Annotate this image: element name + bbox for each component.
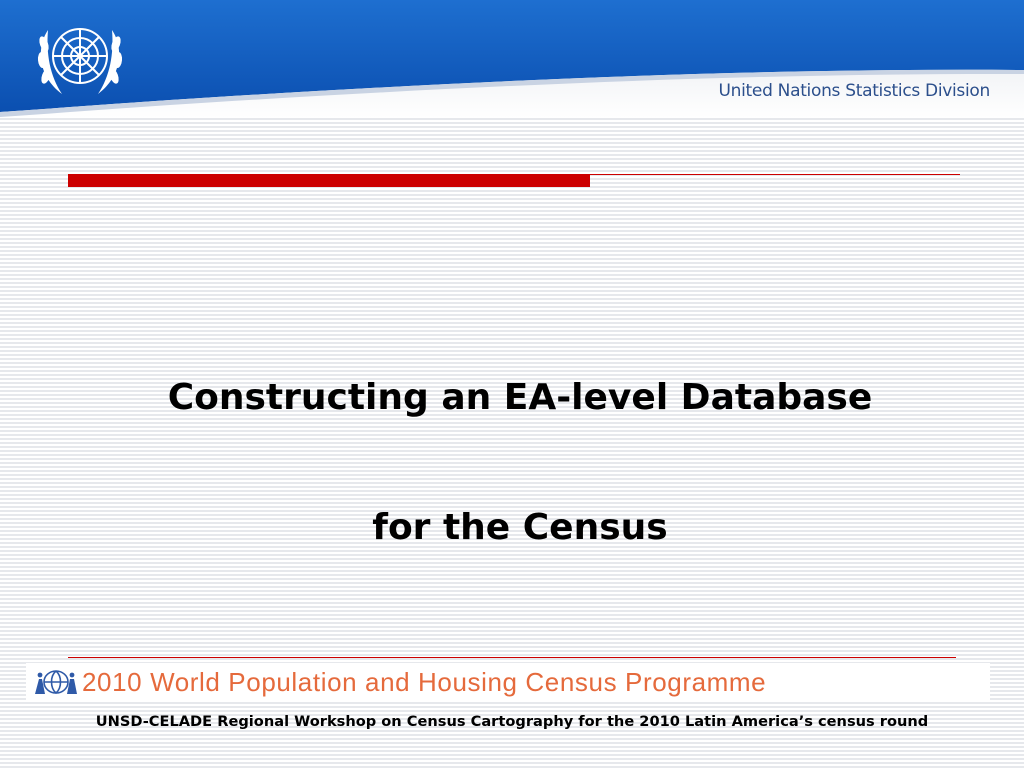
- header-banner: United Nations Statistics Division: [0, 0, 1024, 118]
- programme-title: 2010 World Population and Housing Census…: [82, 667, 767, 697]
- un-emblem-icon: [37, 28, 123, 94]
- accent-bar-thin: [590, 174, 960, 175]
- organization-name: United Nations Statistics Division: [718, 81, 991, 101]
- workshop-footer: UNSD-CELADE Regional Workshop on Census …: [95, 713, 929, 730]
- slide-title-line-1: Constructing an EA-level Database: [167, 377, 873, 418]
- programme-banner: 2010 World Population and Housing Census…: [26, 663, 990, 701]
- accent-bar-thick: [68, 174, 590, 187]
- slide-title-line-2: for the Census: [372, 507, 668, 548]
- globe-figures-icon: [35, 670, 77, 695]
- programme-divider: [68, 657, 956, 658]
- slide: United Nations Statistics Division Const…: [0, 0, 1024, 768]
